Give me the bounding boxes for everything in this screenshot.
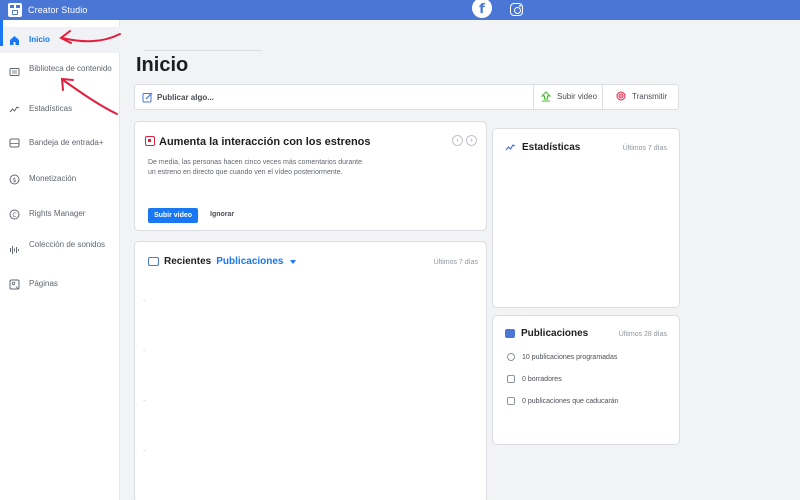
library-icon [8, 66, 20, 78]
edit-icon [142, 92, 153, 103]
upload-arrow-icon [541, 91, 551, 102]
upload-video-primary-button[interactable]: Subir vídeo [148, 208, 198, 223]
sidebar-item-label: Inicio [29, 35, 50, 44]
home-icon [8, 34, 20, 46]
list-item-drafts[interactable]: 0 borradores [507, 375, 562, 383]
copyright-icon: C [8, 208, 20, 220]
posts-dropdown[interactable]: Publicaciones [216, 256, 283, 267]
ignore-button[interactable]: Ignorar [210, 211, 234, 218]
sidebar-item-monetizacion[interactable]: $ Monetización [0, 173, 120, 187]
sidebar-item-sonidos[interactable]: Colección de sonidos [0, 240, 120, 264]
stats-card-title: Estadísticas [522, 142, 581, 153]
sidebar-item-label: Páginas [29, 279, 58, 288]
recent-card-header: Recientes Publicaciones [148, 256, 296, 267]
title-divider [144, 50, 262, 51]
list-item-label: 0 publicaciones que caducarán [522, 397, 619, 405]
sidebar-item-inicio[interactable]: Inicio [0, 20, 120, 53]
posts-chat-icon [505, 329, 515, 338]
composer-divider [533, 85, 534, 109]
posts-card-period: Últimos 28 días [618, 331, 667, 338]
live-icon [616, 91, 626, 101]
recent-card-period: Últimos 7 días [433, 259, 478, 266]
go-live-label: Transmitir [632, 91, 668, 101]
recent-card: Recientes Publicaciones Últimos 7 días [134, 241, 487, 500]
premiere-card: Aumenta la interacción con los estrenos … [134, 121, 487, 231]
draft-icon [507, 375, 515, 383]
posts-card-title: Publicaciones [521, 328, 589, 339]
top-bar: Creator Studio f [0, 0, 800, 20]
insights-icon [505, 144, 516, 151]
facebook-icon[interactable]: f [472, 0, 492, 18]
insights-icon [8, 103, 20, 115]
premiere-card-body: De media, las personas hacen cinco veces… [148, 159, 362, 176]
pages-icon [8, 278, 20, 290]
chevron-down-icon[interactable] [289, 259, 296, 264]
sidebar-item-paginas[interactable]: Páginas [0, 278, 120, 292]
sound-icon [8, 244, 20, 256]
go-live-button[interactable]: Transmitir [616, 91, 667, 101]
clock-icon [507, 353, 515, 361]
sidebar-item-label: Estadísticas [29, 104, 73, 113]
dollar-icon: $ [8, 173, 20, 185]
sidebar-item-rights-manager[interactable]: C Rights Manager [0, 208, 120, 222]
empty-chart-area [143, 280, 146, 500]
instagram-icon[interactable] [510, 3, 523, 16]
composer-placeholder[interactable]: Publicar algo... [157, 93, 214, 102]
premiere-icon [145, 136, 155, 146]
list-item-label: 10 publicaciones programadas [522, 353, 618, 361]
brand[interactable]: Creator Studio [8, 3, 87, 17]
sidebar-item-estadisticas[interactable]: Estadísticas [0, 103, 120, 117]
app-title: Creator Studio [28, 5, 88, 15]
svg-text:C: C [12, 211, 16, 218]
main-content: Inicio Publicar algo... Subir video Tran… [121, 20, 800, 500]
list-item-scheduled[interactable]: 10 publicaciones programadas [507, 353, 617, 361]
post-composer[interactable]: Publicar algo... Subir video Transmitir [134, 84, 679, 110]
expire-icon [507, 397, 515, 405]
prev-arrow-icon[interactable]: ‹ [452, 135, 463, 146]
creator-studio-icon [8, 3, 22, 17]
sidebar-item-label: Monetización [29, 174, 77, 183]
stats-card-period: Últimos 7 días [622, 145, 667, 152]
list-item-expiring[interactable]: 0 publicaciones que caducarán [507, 397, 619, 405]
svg-text:$: $ [12, 176, 16, 184]
next-arrow-icon[interactable]: › [466, 135, 477, 146]
stats-card: Estadísticas Últimos 7 días [492, 128, 680, 308]
premiere-card-title: Aumenta la interacción con los estrenos [159, 136, 371, 148]
stats-card-header: Estadísticas [505, 142, 580, 153]
upload-video-label: Subir video [557, 92, 598, 101]
sidebar: Inicio Biblioteca de contenido Estadísti… [0, 20, 120, 500]
sidebar-item-label: Bandeja de entrada+ [29, 138, 104, 147]
list-item-label: 0 borradores [522, 375, 562, 383]
recent-card-title: Recientes [164, 256, 212, 267]
sidebar-item-label: Rights Manager [29, 209, 86, 218]
upload-video-button[interactable]: Subir video [541, 91, 597, 102]
page-title: Inicio [136, 54, 189, 76]
posts-card-header: Publicaciones [505, 328, 588, 339]
inbox-icon [8, 137, 20, 149]
sidebar-item-bandeja[interactable]: Bandeja de entrada+ [0, 137, 120, 151]
posts-icon [148, 257, 159, 266]
sidebar-item-biblioteca[interactable]: Biblioteca de contenido [0, 64, 120, 88]
composer-divider [602, 85, 603, 109]
sidebar-item-label: Biblioteca de contenido [29, 64, 112, 73]
posts-card: Publicaciones Últimos 28 días 10 publica… [492, 315, 680, 445]
sidebar-item-label: Colección de sonidos [29, 240, 106, 249]
